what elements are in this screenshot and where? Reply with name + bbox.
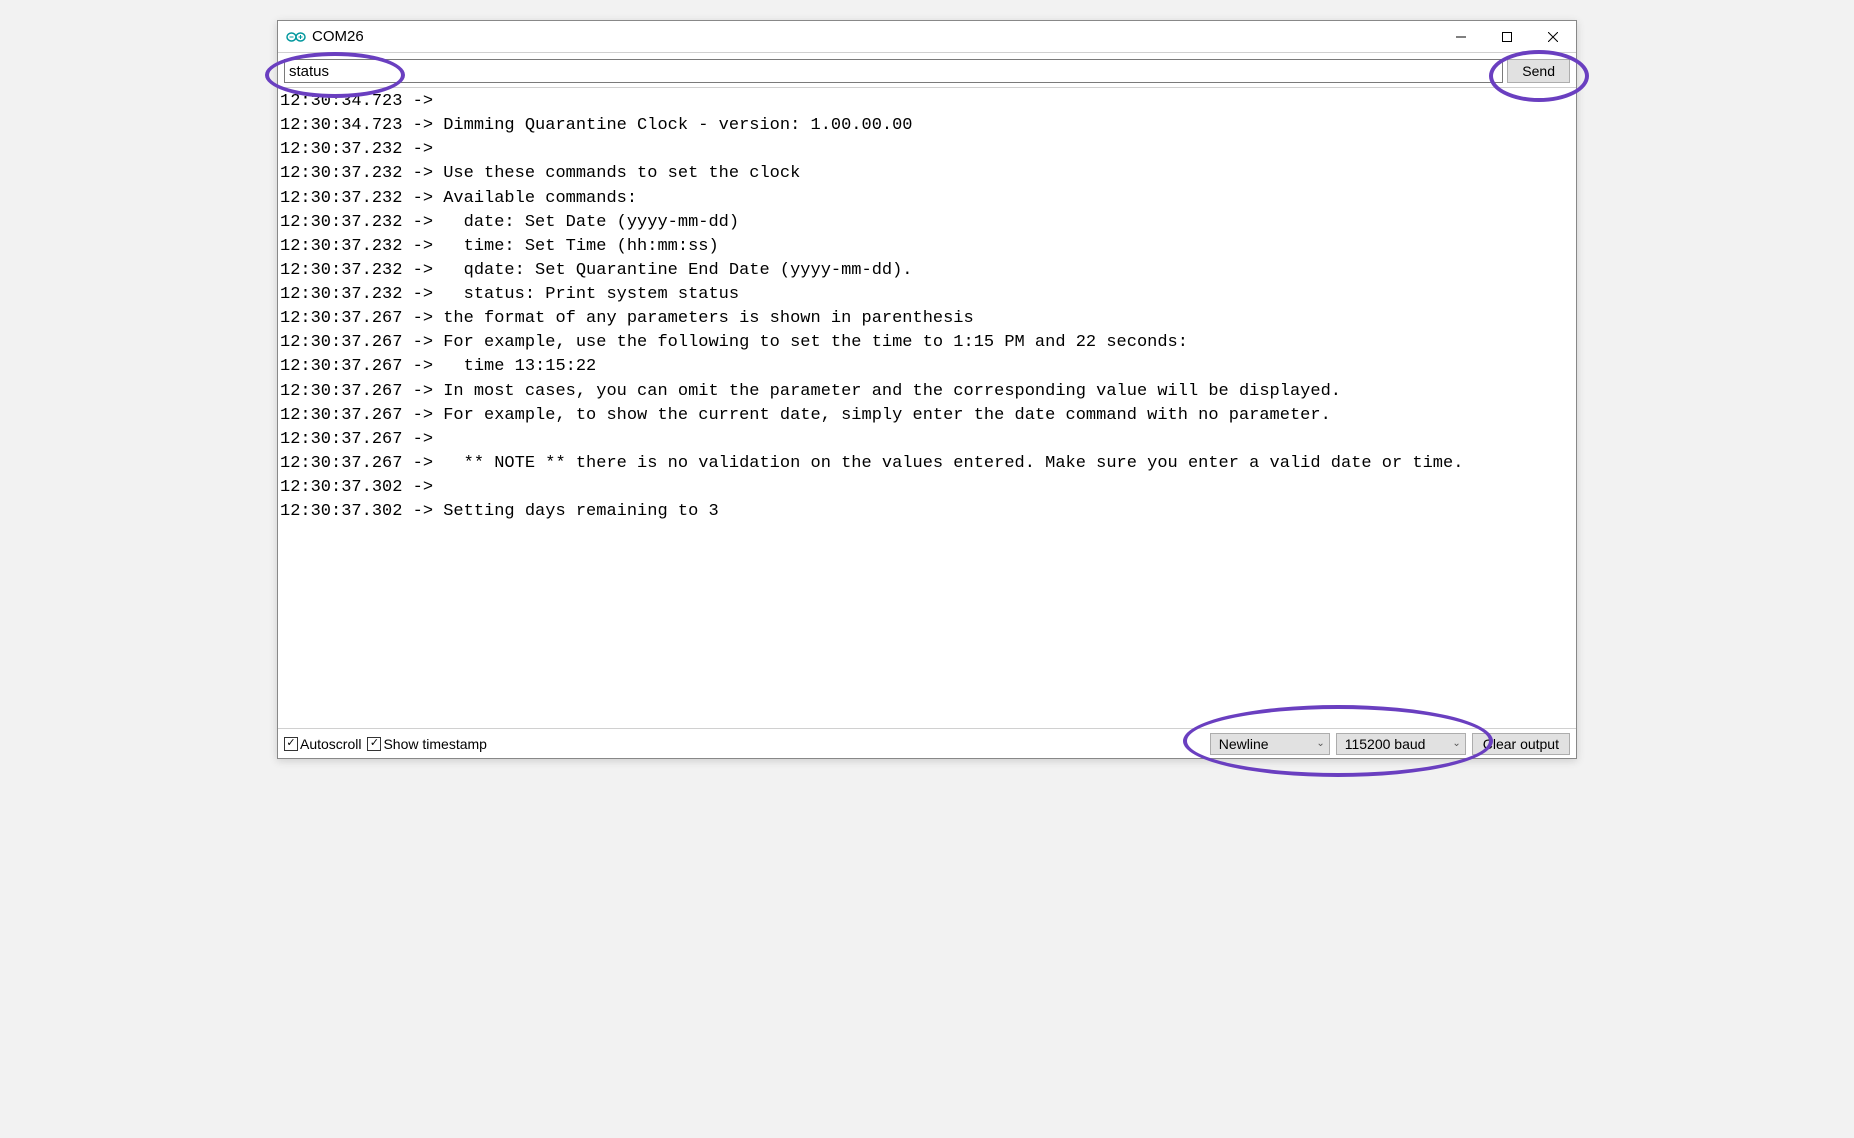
console-line: 12:30:34.723 -> Dimming Quarantine Clock… xyxy=(280,114,1574,138)
minimize-button[interactable] xyxy=(1438,21,1484,52)
checkbox-icon: ✓ xyxy=(284,737,298,751)
console-line: 12:30:37.267 -> For example, to show the… xyxy=(280,404,1574,428)
console-line: 12:30:37.232 -> Use these commands to se… xyxy=(280,162,1574,186)
console-line: 12:30:37.267 -> For example, use the fol… xyxy=(280,331,1574,355)
console-line: 12:30:37.302 -> Setting days remaining t… xyxy=(280,500,1574,524)
console-line: 12:30:37.302 -> xyxy=(280,476,1574,500)
console-line: 12:30:37.232 -> qdate: Set Quarantine En… xyxy=(280,259,1574,283)
checkbox-icon: ✓ xyxy=(367,737,381,751)
autoscroll-label: Autoscroll xyxy=(300,736,361,752)
console-line: 12:30:34.723 -> xyxy=(280,90,1574,114)
command-input[interactable] xyxy=(284,59,1503,83)
send-button[interactable]: Send xyxy=(1507,59,1570,83)
baud-value: 115200 baud xyxy=(1345,736,1426,752)
serial-output[interactable]: 12:30:34.723 -> 12:30:34.723 -> Dimming … xyxy=(278,88,1576,728)
console-line: 12:30:37.267 -> time 13:15:22 xyxy=(280,355,1574,379)
chevron-down-icon: ⌄ xyxy=(1452,738,1460,749)
console-line: 12:30:37.267 -> xyxy=(280,428,1574,452)
console-line: 12:30:37.232 -> xyxy=(280,138,1574,162)
bottom-bar: ✓ Autoscroll ✓ Show timestamp Newline ⌄ … xyxy=(278,728,1576,758)
command-row: Send xyxy=(278,53,1576,88)
line-ending-value: Newline xyxy=(1219,736,1269,752)
console-line: 12:30:37.267 -> the format of any parame… xyxy=(280,307,1574,331)
console-line: 12:30:37.232 -> status: Print system sta… xyxy=(280,283,1574,307)
console-line: 12:30:37.267 -> ** NOTE ** there is no v… xyxy=(280,452,1574,476)
console-line: 12:30:37.232 -> Available commands: xyxy=(280,187,1574,211)
baud-select[interactable]: 115200 baud ⌄ xyxy=(1336,733,1466,755)
console-line: 12:30:37.267 -> In most cases, you can o… xyxy=(280,380,1574,404)
maximize-button[interactable] xyxy=(1484,21,1530,52)
serial-monitor-window: COM26 Send 12:30:34.723 -> 12:30:34.723 … xyxy=(277,20,1577,759)
titlebar: COM26 xyxy=(278,21,1576,53)
autoscroll-checkbox[interactable]: ✓ Autoscroll xyxy=(284,736,361,752)
timestamp-label: Show timestamp xyxy=(383,736,486,752)
timestamp-checkbox[interactable]: ✓ Show timestamp xyxy=(367,736,486,752)
close-button[interactable] xyxy=(1530,21,1576,52)
clear-output-button[interactable]: Clear output xyxy=(1472,733,1570,755)
arduino-icon xyxy=(286,27,306,47)
window-title: COM26 xyxy=(312,28,364,45)
console-line: 12:30:37.232 -> time: Set Time (hh:mm:ss… xyxy=(280,235,1574,259)
line-ending-select[interactable]: Newline ⌄ xyxy=(1210,733,1330,755)
console-line: 12:30:37.232 -> date: Set Date (yyyy-mm-… xyxy=(280,211,1574,235)
chevron-down-icon: ⌄ xyxy=(1316,738,1324,749)
